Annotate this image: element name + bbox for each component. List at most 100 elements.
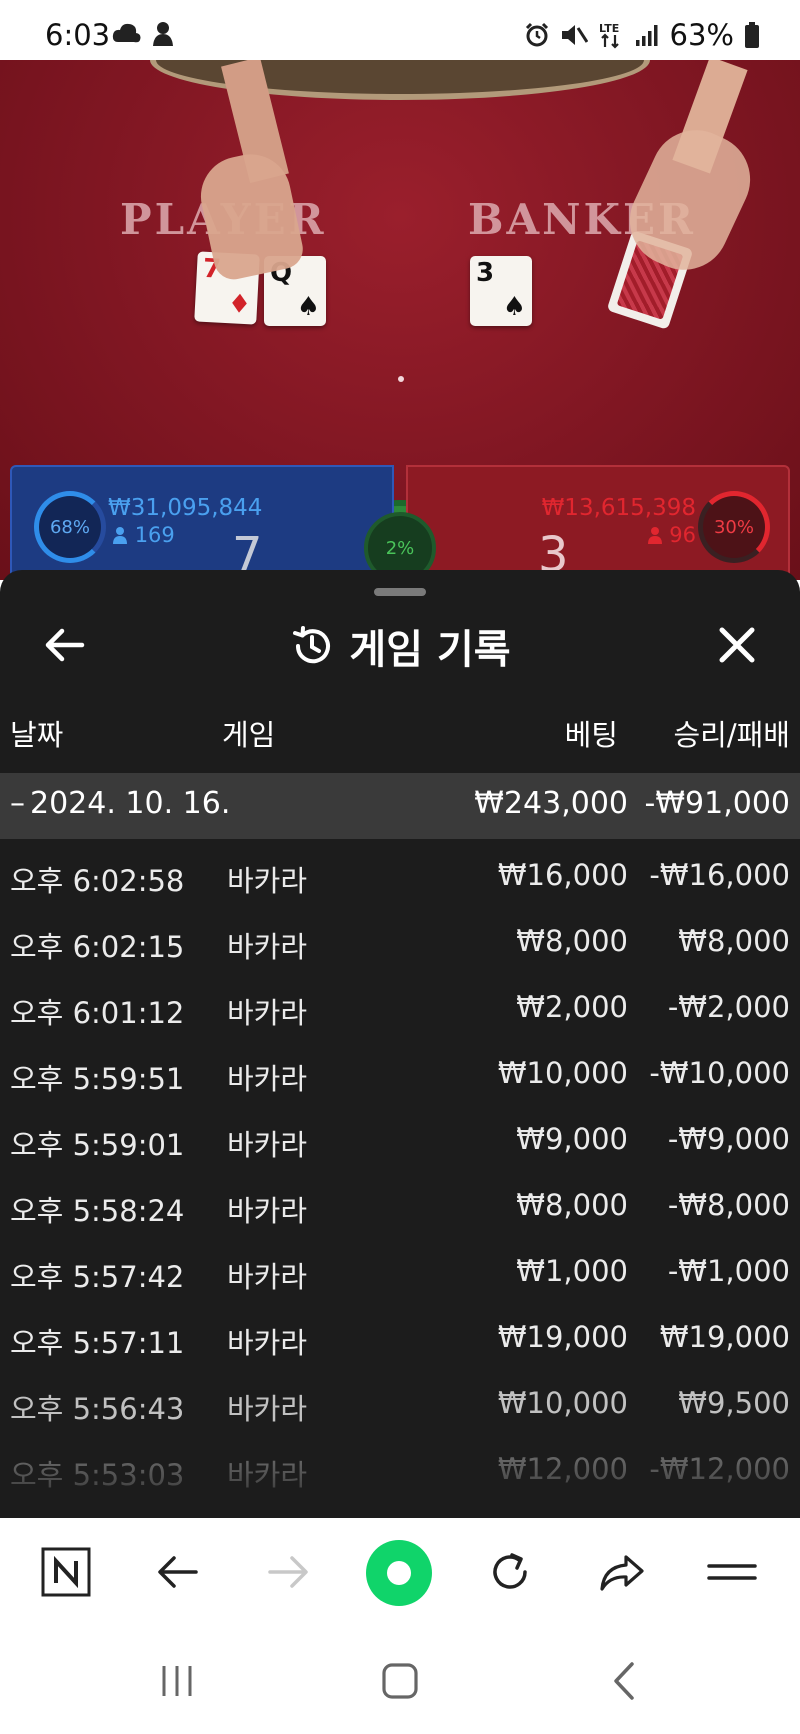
browser-back-button[interactable] bbox=[148, 1542, 208, 1602]
row-game: 바카라 bbox=[227, 1062, 308, 1096]
arrow-right-icon bbox=[268, 1556, 308, 1588]
row-game: 바카라 bbox=[227, 1128, 308, 1162]
naver-home-button[interactable] bbox=[36, 1542, 96, 1602]
row-result: -₩10,000 bbox=[649, 1056, 790, 1090]
row-game: 바카라 bbox=[227, 1194, 308, 1228]
row-time: 오후 5:59:51 bbox=[10, 1062, 185, 1096]
collapse-toggle[interactable]: – bbox=[10, 786, 25, 821]
list-fade bbox=[0, 1460, 800, 1518]
history-row[interactable]: 오후 5:57:11 바카라 ₩19,000 ₩19,000 bbox=[0, 1304, 800, 1370]
card-suit: ♦ bbox=[227, 289, 252, 321]
row-time: 오후 6:01:12 bbox=[10, 996, 185, 1030]
banker-bet-panel[interactable]: ₩13,615,398 96 3 30% bbox=[406, 465, 790, 585]
column-header-result: 승리/패배 bbox=[673, 718, 791, 752]
row-game: 바카라 bbox=[227, 1326, 308, 1360]
mute-icon bbox=[561, 25, 588, 45]
tie-percent: 2% bbox=[385, 537, 415, 559]
app-icon bbox=[153, 22, 173, 46]
history-row[interactable]: 오후 6:01:12 바카라 ₩2,000 -₩2,000 bbox=[0, 974, 800, 1040]
system-back-button[interactable] bbox=[600, 1656, 650, 1706]
row-result: -₩9,000 bbox=[667, 1122, 790, 1156]
history-row[interactable]: 오후 6:02:58 바카라 ₩16,000 -₩16,000 bbox=[0, 842, 800, 908]
row-time: 오후 5:56:43 bbox=[10, 1392, 185, 1426]
row-bet: ₩8,000 bbox=[516, 924, 628, 958]
hamburger-icon bbox=[707, 1564, 757, 1580]
history-row[interactable]: 오후 6:02:15 바카라 ₩8,000 ₩8,000 bbox=[0, 908, 800, 974]
lte-icon: LTE bbox=[599, 22, 619, 49]
refresh-icon bbox=[493, 1553, 527, 1589]
recent-apps-icon bbox=[162, 1666, 192, 1696]
cloud-icon bbox=[112, 23, 141, 43]
row-result: -₩8,000 bbox=[667, 1188, 790, 1222]
banker-percent: 30% bbox=[713, 516, 754, 538]
row-bet: ₩8,000 bbox=[516, 1188, 628, 1222]
status-time: 6:03 bbox=[45, 18, 111, 52]
row-time: 오후 6:02:58 bbox=[10, 864, 185, 898]
home-square-icon bbox=[382, 1663, 418, 1699]
banker-users-value: 96 bbox=[669, 523, 696, 547]
share-button[interactable] bbox=[592, 1542, 652, 1602]
browser-toolbar bbox=[0, 1518, 800, 1626]
system-navigation-bar bbox=[0, 1626, 800, 1734]
battery-percent: 63% bbox=[669, 18, 734, 52]
row-time: 오후 6:02:15 bbox=[10, 930, 185, 964]
banker-card: 3 ♠ bbox=[470, 256, 532, 326]
user-icon bbox=[647, 527, 662, 544]
player-user-count: 169 bbox=[112, 523, 175, 547]
column-header-game: 게임 bbox=[222, 718, 276, 752]
history-row[interactable]: 오후 5:56:43 바카라 ₩10,000 ₩9,500 bbox=[0, 1370, 800, 1436]
row-bet: ₩10,000 bbox=[497, 1056, 628, 1090]
sheet-drag-handle[interactable] bbox=[374, 588, 426, 596]
row-time: 오후 5:59:01 bbox=[10, 1128, 185, 1162]
status-bar: 6:03 LTE 63% bbox=[0, 0, 800, 60]
battery-icon bbox=[745, 22, 759, 48]
row-game: 바카라 bbox=[227, 930, 308, 964]
player-users-value: 169 bbox=[134, 523, 175, 547]
row-time: 오후 5:57:42 bbox=[10, 1260, 185, 1294]
user-icon bbox=[113, 527, 127, 544]
history-list[interactable]: 오후 6:02:58 바카라 ₩16,000 -₩16,000 오후 6:02:… bbox=[0, 842, 800, 1518]
row-game: 바카라 bbox=[227, 1392, 308, 1426]
browser-forward-button[interactable] bbox=[258, 1542, 318, 1602]
status-right: LTE 63% bbox=[524, 18, 760, 52]
game-history-sheet: 게임 기록 날짜 게임 베팅 승리/패배 – 2024. 10. 16. ₩24… bbox=[0, 570, 800, 1518]
signal-icon bbox=[635, 25, 658, 46]
row-game: 바카라 bbox=[227, 996, 308, 1030]
player-percent-ring: 68% bbox=[34, 491, 106, 563]
menu-button[interactable] bbox=[702, 1542, 762, 1602]
svg-text:LTE: LTE bbox=[599, 22, 619, 35]
history-row[interactable]: 오후 5:57:42 바카라 ₩1,000 -₩1,000 bbox=[0, 1238, 800, 1304]
close-button[interactable] bbox=[710, 618, 764, 672]
date-group-total-bet: ₩243,000 bbox=[474, 786, 628, 821]
green-dot-button[interactable] bbox=[366, 1540, 432, 1606]
row-bet: ₩2,000 bbox=[516, 990, 628, 1024]
row-result: -₩1,000 bbox=[667, 1254, 790, 1288]
history-row[interactable]: 오후 5:58:24 바카라 ₩8,000 -₩8,000 bbox=[0, 1172, 800, 1238]
player-percent: 68% bbox=[49, 516, 90, 538]
history-row[interactable]: 오후 5:59:01 바카라 ₩9,000 -₩9,000 bbox=[0, 1106, 800, 1172]
player-bet-panel[interactable]: 68% ₩31,095,844 169 7 bbox=[10, 465, 394, 585]
status-left-icons bbox=[112, 20, 176, 48]
row-result: -₩2,000 bbox=[667, 990, 790, 1024]
row-bet: ₩19,000 bbox=[497, 1320, 628, 1354]
home-button[interactable] bbox=[375, 1656, 425, 1706]
refresh-button[interactable] bbox=[480, 1542, 540, 1602]
history-row[interactable]: 오후 5:59:51 바카라 ₩10,000 -₩10,000 bbox=[0, 1040, 800, 1106]
history-icon bbox=[293, 626, 331, 664]
card-suit: ♠ bbox=[502, 292, 526, 322]
close-icon bbox=[719, 627, 755, 663]
date-group-row[interactable]: – 2024. 10. 16. ₩243,000 -₩91,000 bbox=[0, 773, 800, 839]
row-bet: ₩10,000 bbox=[497, 1386, 628, 1420]
arrow-left-icon bbox=[158, 1556, 198, 1588]
banker-percent-ring: 30% bbox=[698, 491, 770, 563]
date-group-date: 2024. 10. 16. bbox=[30, 786, 231, 821]
card-rank: 3 bbox=[476, 258, 495, 288]
row-bet: ₩1,000 bbox=[516, 1254, 628, 1288]
recent-apps-button[interactable] bbox=[152, 1656, 202, 1706]
row-result: ₩8,000 bbox=[678, 924, 790, 958]
row-result: ₩19,000 bbox=[659, 1320, 790, 1354]
naver-n-icon bbox=[41, 1547, 91, 1597]
row-bet: ₩16,000 bbox=[497, 858, 628, 892]
player-bet-amount: ₩31,095,844 bbox=[108, 495, 263, 521]
row-time: 오후 5:58:24 bbox=[10, 1194, 185, 1228]
